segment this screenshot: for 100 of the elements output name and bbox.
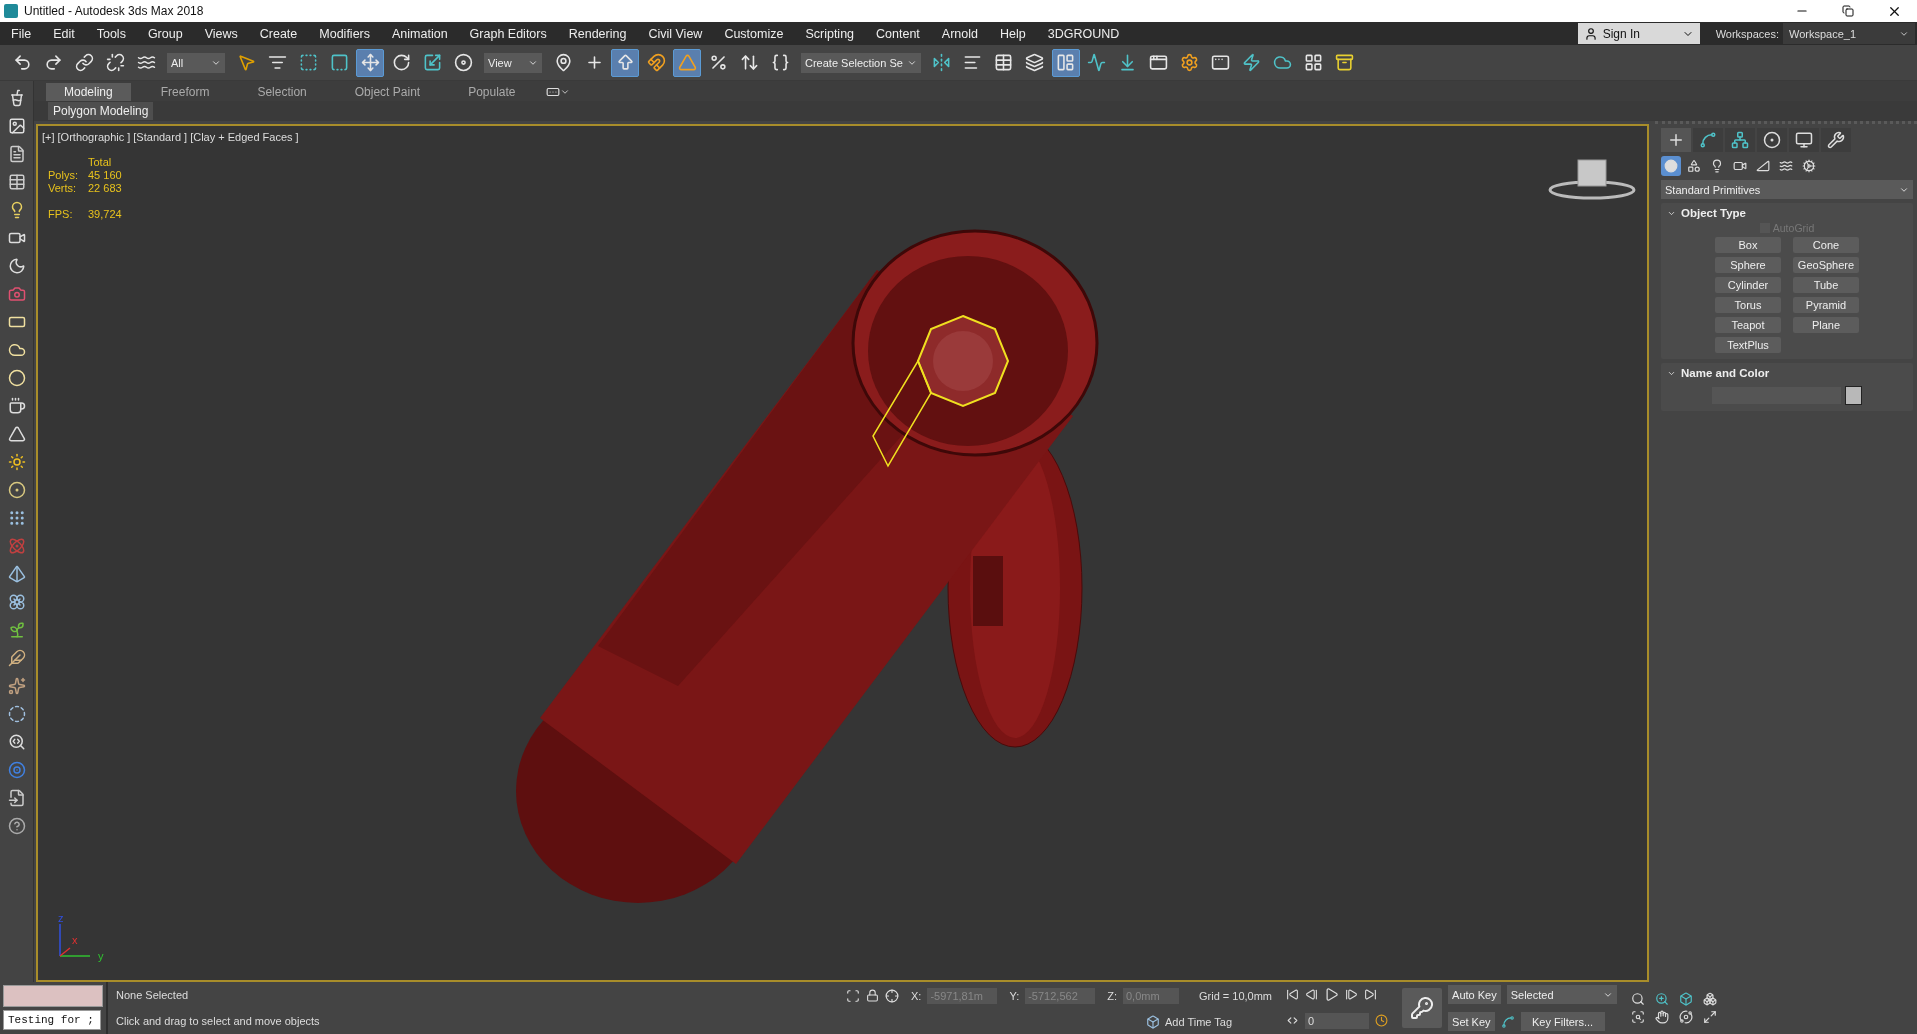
rollout-header[interactable]: Object Type	[1667, 207, 1907, 219]
menu-item[interactable]: Rendering	[557, 26, 638, 41]
scale-icon	[422, 53, 442, 72]
menu-item[interactable]: Content	[865, 26, 931, 41]
primitive-button[interactable]: Cylinder	[1715, 277, 1781, 293]
primitive-button[interactable]: Teapot	[1715, 317, 1781, 333]
toolbar-dropdown[interactable]: Create Selection Se	[801, 52, 921, 73]
plus-tab[interactable]	[1661, 128, 1691, 152]
dashed-square-icon	[298, 53, 318, 72]
menu-item[interactable]: Modifiers	[308, 26, 381, 41]
axis-label: z	[58, 912, 64, 924]
panel-button[interactable]	[1051, 48, 1080, 77]
listener-input-field[interactable]: Testing for ;	[3, 1010, 101, 1030]
lightning-icon	[1242, 53, 1262, 72]
curve-icon	[1087, 53, 1107, 72]
menu-item[interactable]: Scripting	[794, 26, 866, 41]
viewport-label[interactable]: [+]	[42, 131, 55, 143]
selection-status: None Selected	[116, 989, 190, 1001]
arrow-up-down-icon	[739, 53, 759, 72]
stat-value: 45 160	[88, 169, 122, 181]
ribbon-panel-tab[interactable]: Polygon Modeling	[48, 102, 154, 120]
menu-item[interactable]: File	[0, 26, 43, 41]
menu-item[interactable]: Help	[989, 26, 1037, 41]
archive-icon	[1335, 53, 1355, 72]
auto-key-button[interactable]: Auto Key	[1448, 985, 1501, 1004]
primitive-button[interactable]: Tube	[1793, 277, 1859, 293]
curve-tab[interactable]	[1693, 128, 1723, 152]
pin-icon	[553, 53, 573, 72]
primitive-button[interactable]: Plane	[1793, 317, 1859, 333]
set-key-text-button[interactable]: Set Key	[1448, 1012, 1495, 1031]
percent-icon	[708, 53, 728, 72]
ribbon-tab[interactable]: Freeform	[142, 83, 228, 101]
redo-icon	[43, 53, 63, 72]
workspace-dropdown[interactable]: Workspace_1	[1783, 23, 1915, 44]
monitor-tab[interactable]	[1789, 128, 1819, 152]
toolbar-dropdown[interactable]: All	[167, 52, 225, 73]
hierarchy-tab[interactable]	[1725, 128, 1755, 152]
window-icon	[1149, 53, 1169, 72]
key-icon	[1410, 996, 1435, 1020]
window-title: Untitled - Autodesk 3ds Max 2018	[24, 4, 205, 18]
cube-icon	[1146, 1014, 1160, 1029]
key-mode-dropdown[interactable]: Selected	[1506, 985, 1617, 1004]
primitive-button[interactable]: Torus	[1715, 297, 1781, 313]
circle-button[interactable]	[1661, 156, 1681, 176]
frame-field[interactable]: 0	[1305, 1012, 1370, 1029]
key-filters-button[interactable]: Key Filters...	[1520, 1012, 1605, 1031]
dashed-square-icon	[329, 53, 349, 72]
menu-item[interactable]: Civil View	[637, 26, 714, 41]
axis-label: x	[72, 934, 78, 946]
rotate-icon	[391, 53, 411, 72]
viewcube-icon[interactable]	[1547, 156, 1637, 202]
listener-output-field[interactable]	[3, 985, 103, 1007]
viewport[interactable]: [+] [Orthographic ] [Standard ] [Clay + Edged Faces ] Total Polys: 45 160 Verts: 22 683 FPS: 39,724 z x y	[36, 124, 1649, 982]
cloud-icon	[1273, 53, 1293, 72]
triangle-icon	[1756, 159, 1770, 173]
toolbar-dropdown[interactable]: View	[484, 52, 542, 73]
grid-size: Grid = 10,0mm	[1199, 989, 1273, 1002]
color-swatch[interactable]	[1845, 386, 1862, 405]
triangle-icon	[677, 53, 697, 72]
menu-item[interactable]: Group	[136, 26, 194, 41]
viewport-label[interactable]: [Orthographic ]	[57, 131, 131, 143]
caret-icon	[559, 87, 570, 97]
shapes-icon	[1687, 159, 1701, 173]
menu-item[interactable]: Edit	[42, 26, 86, 41]
viewport-label[interactable]: [Standard ]	[133, 131, 188, 143]
ribbon-tab[interactable]: Populate	[450, 83, 534, 101]
menu-item[interactable]: Tools	[85, 26, 137, 41]
primitive-button[interactable]: Pyramid	[1793, 297, 1859, 313]
ribbon-tab[interactable]: Selection	[239, 83, 325, 101]
primitive-button[interactable]: Box	[1715, 237, 1781, 253]
primitives-dropdown[interactable]: Standard Primitives	[1661, 180, 1913, 199]
waves-icon	[136, 53, 156, 72]
arrow-up-button[interactable]	[611, 48, 639, 77]
menu-item[interactable]: Animation	[381, 26, 459, 41]
primitive-button[interactable]: Cone	[1793, 237, 1859, 253]
menu-item[interactable]: Create	[248, 26, 309, 41]
ribbon-tab[interactable]: Modeling	[46, 83, 131, 101]
wrench-tab[interactable]	[1821, 128, 1851, 152]
primitive-button[interactable]: Sphere	[1715, 257, 1781, 273]
circle-tab[interactable]	[1757, 128, 1787, 152]
ribbon-tab[interactable]: Object Paint	[336, 83, 439, 101]
menu-item[interactable]: 3DGROUND	[1036, 26, 1131, 41]
target-icon	[885, 988, 899, 1003]
menu-item[interactable]: Views	[193, 26, 249, 41]
menu-item[interactable]: Graph Editors	[458, 26, 558, 41]
stat-value: 22 683	[88, 182, 122, 194]
add-time-tag-button[interactable]: Add Time Tag	[1146, 1014, 1233, 1029]
menu-item[interactable]: Arnold	[930, 26, 989, 41]
primitive-button[interactable]: TextPlus	[1715, 337, 1781, 353]
focus-icon	[846, 988, 860, 1003]
menu-item[interactable]: Customize	[713, 26, 795, 41]
step-back-icon	[1305, 988, 1319, 1002]
move-button[interactable]	[356, 48, 384, 77]
circle-icon	[1664, 159, 1678, 173]
triangle-button[interactable]	[673, 48, 701, 77]
viewport-label[interactable]: [Clay + Edged Faces ]	[190, 131, 299, 143]
set-key-button[interactable]	[1402, 988, 1443, 1028]
sign-in-button[interactable]: Sign In	[1577, 23, 1700, 44]
primitive-button[interactable]: GeoSphere	[1793, 257, 1859, 273]
workspaces-label: Workspaces:	[1715, 27, 1779, 40]
